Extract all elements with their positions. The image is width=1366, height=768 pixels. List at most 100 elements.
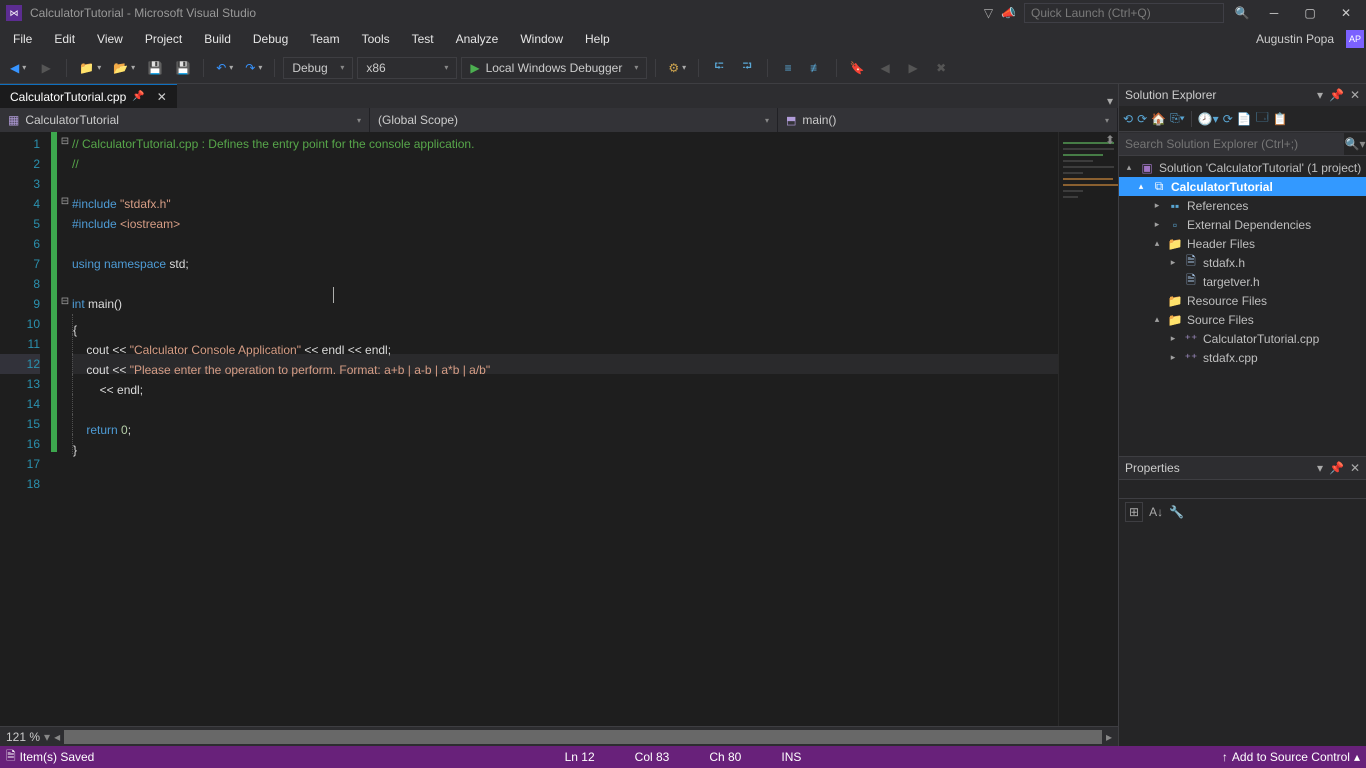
menu-help[interactable]: Help (574, 30, 621, 48)
menu-analyze[interactable]: Analyze (445, 30, 510, 48)
search-input[interactable] (1119, 133, 1344, 155)
minimize-button[interactable]: ─ (1260, 3, 1288, 23)
save-button[interactable]: 💾 (143, 56, 167, 80)
back-icon[interactable]: ⟳ (1137, 112, 1147, 126)
solution-node[interactable]: ▴▣Solution 'CalculatorTutorial' (1 proje… (1119, 158, 1366, 177)
open-file-button[interactable]: 📂 (109, 56, 139, 80)
nav-back-button[interactable]: ◀ (6, 56, 30, 80)
file-tab-active[interactable]: CalculatorTutorial.cpp 📌 ✕ (0, 84, 177, 108)
nav-project-dropdown[interactable]: ▦CalculatorTutorial (0, 108, 370, 132)
properties-panel: Properties ▾ 📌 ✕ ⊞ A↓ 🔧 (1119, 456, 1366, 746)
panel-menu-icon[interactable]: ▾ (1317, 88, 1323, 102)
nav-scope-dropdown[interactable]: (Global Scope) (370, 108, 778, 132)
menu-edit[interactable]: Edit (43, 30, 86, 48)
source-control-button[interactable]: ↑Add to Source Control▴ (1222, 750, 1360, 764)
menu-tools[interactable]: Tools (351, 30, 401, 48)
menu-test[interactable]: Test (401, 30, 445, 48)
maximize-button[interactable]: ▢ (1296, 3, 1324, 23)
collapse-icon[interactable]: ⟳ (1223, 112, 1233, 126)
bookmark-button[interactable]: 🔖 (845, 56, 869, 80)
header-files-node[interactable]: ▴📁Header Files (1119, 234, 1366, 253)
categorized-icon[interactable]: ⊞ (1125, 502, 1143, 522)
sync-icon[interactable]: ⎘▾ (1170, 111, 1185, 126)
title-bar: ⋈ CalculatorTutorial - Microsoft Visual … (0, 0, 1366, 26)
source-files-node[interactable]: ▴📁Source Files (1119, 310, 1366, 329)
external-deps-node[interactable]: ▸▫External Dependencies (1119, 215, 1366, 234)
solution-tree[interactable]: ▴▣Solution 'CalculatorTutorial' (1 proje… (1119, 156, 1366, 456)
property-pages-icon[interactable]: 🔧 (1169, 505, 1184, 519)
menu-window[interactable]: Window (509, 30, 574, 48)
start-debugging-button[interactable]: ▶Local Windows Debugger (461, 57, 647, 79)
step-into-button[interactable]: ⮓ (707, 56, 731, 80)
header-file-item[interactable]: ▸🗎stdafx.h (1119, 253, 1366, 272)
search-icon[interactable]: 🔍▾ (1344, 137, 1366, 151)
source-file-item[interactable]: ▸⁺⁺CalculatorTutorial.cpp (1119, 329, 1366, 348)
properties-object-dropdown[interactable] (1119, 479, 1366, 499)
references-node[interactable]: ▸▪▪References (1119, 196, 1366, 215)
configuration-dropdown[interactable]: Debug (283, 57, 353, 79)
redo-button[interactable]: ↷ (241, 56, 266, 80)
menu-bar: FileEditViewProjectBuildDebugTeamToolsTe… (0, 26, 1366, 52)
zoom-level[interactable]: 121 % (6, 730, 40, 744)
pin-icon[interactable]: 📌 (132, 91, 144, 102)
header-file-item[interactable]: 🗎targetver.h (1119, 272, 1366, 291)
pin-panel-icon[interactable]: 📌 (1329, 88, 1344, 102)
close-button[interactable]: ✕ (1332, 3, 1360, 23)
new-project-button[interactable]: 📁 (75, 56, 105, 80)
properties-icon[interactable]: 🗔 (1256, 108, 1269, 129)
minimap[interactable] (1058, 132, 1118, 726)
process-button[interactable]: ⚙ (664, 56, 690, 80)
status-col: Col 83 (635, 750, 670, 764)
scroll-left-button[interactable]: ◂ (54, 730, 60, 744)
solution-explorer-search[interactable]: 🔍▾ (1119, 132, 1366, 156)
clear-bookmarks-button: ✖ (929, 56, 953, 80)
menu-project[interactable]: Project (134, 30, 193, 48)
scroll-right-button[interactable]: ▸ (1106, 730, 1112, 744)
undo-button[interactable]: ↶ (212, 56, 237, 80)
pin-panel-icon[interactable]: 📌 (1329, 461, 1344, 475)
panel-menu-icon[interactable]: ▾ (1317, 461, 1323, 475)
editor-footer: 121 % ▾ ◂ ▸ (0, 726, 1118, 746)
quick-launch-input[interactable]: Quick Launch (Ctrl+Q) (1024, 3, 1224, 23)
menu-debug[interactable]: Debug (242, 30, 299, 48)
save-all-button[interactable]: 💾 (171, 56, 195, 80)
horizontal-scrollbar[interactable] (64, 730, 1102, 744)
split-editor-icon[interactable]: ⬍ (1102, 132, 1118, 148)
menu-team[interactable]: Team (299, 30, 350, 48)
document-tab-strip: CalculatorTutorial.cpp 📌 ✕ ▾ (0, 84, 1118, 108)
close-panel-icon[interactable]: ✕ (1350, 88, 1360, 102)
status-bar: 🗎Item(s) Saved Ln 12 Col 83 Ch 80 INS ↑A… (0, 746, 1366, 768)
house-icon[interactable]: 🏠 (1151, 112, 1166, 126)
close-tab-icon[interactable]: ✕ (157, 90, 167, 104)
menu-file[interactable]: File (2, 30, 43, 48)
source-file-item[interactable]: ▸⁺⁺stdafx.cpp (1119, 348, 1366, 367)
navigation-bar: ▦CalculatorTutorial (Global Scope) ⬒main… (0, 108, 1118, 132)
notifications-icon[interactable]: ▽ (984, 6, 993, 20)
show-all-icon[interactable]: 📄 (1237, 112, 1252, 126)
feedback-icon[interactable]: 📣 (1001, 6, 1016, 20)
toolbar: ◀ ▶ 📁 📂 💾 💾 ↶ ↷ Debug x86 ▶Local Windows… (0, 52, 1366, 84)
status-saved: 🗎Item(s) Saved (6, 747, 94, 768)
uncomment-button[interactable]: ≢ (804, 56, 828, 80)
quick-launch-search-icon[interactable]: 🔍 (1232, 6, 1252, 20)
step-over-button[interactable]: ⮒ (735, 56, 759, 80)
code-editor[interactable]: 123456789101112131415161718 ⊟⊟⊟ // Calcu… (0, 132, 1058, 726)
platform-dropdown[interactable]: x86 (357, 57, 457, 79)
preview-icon[interactable]: 📋 (1273, 112, 1288, 126)
resource-files-node[interactable]: 📁Resource Files (1119, 291, 1366, 310)
menu-build[interactable]: Build (193, 30, 242, 48)
user-avatar[interactable]: AP (1346, 30, 1364, 48)
refresh-icon[interactable]: 🕗▾ (1198, 112, 1219, 126)
project-node[interactable]: ▴⧉CalculatorTutorial (1119, 177, 1366, 196)
user-name[interactable]: Augustin Popa (1256, 32, 1340, 46)
tab-overflow-button[interactable]: ▾ (1102, 94, 1118, 108)
comment-button[interactable]: ≡ (776, 56, 800, 80)
menu-view[interactable]: View (86, 30, 134, 48)
zoom-dropdown-icon[interactable]: ▾ (44, 730, 50, 744)
status-line: Ln 12 (565, 750, 595, 764)
alphabetical-icon[interactable]: A↓ (1149, 505, 1163, 519)
nav-function-dropdown[interactable]: ⬒main() (778, 108, 1118, 132)
home-icon[interactable]: ⟲ (1123, 112, 1133, 126)
close-panel-icon[interactable]: ✕ (1350, 461, 1360, 475)
status-char: Ch 80 (709, 750, 741, 764)
